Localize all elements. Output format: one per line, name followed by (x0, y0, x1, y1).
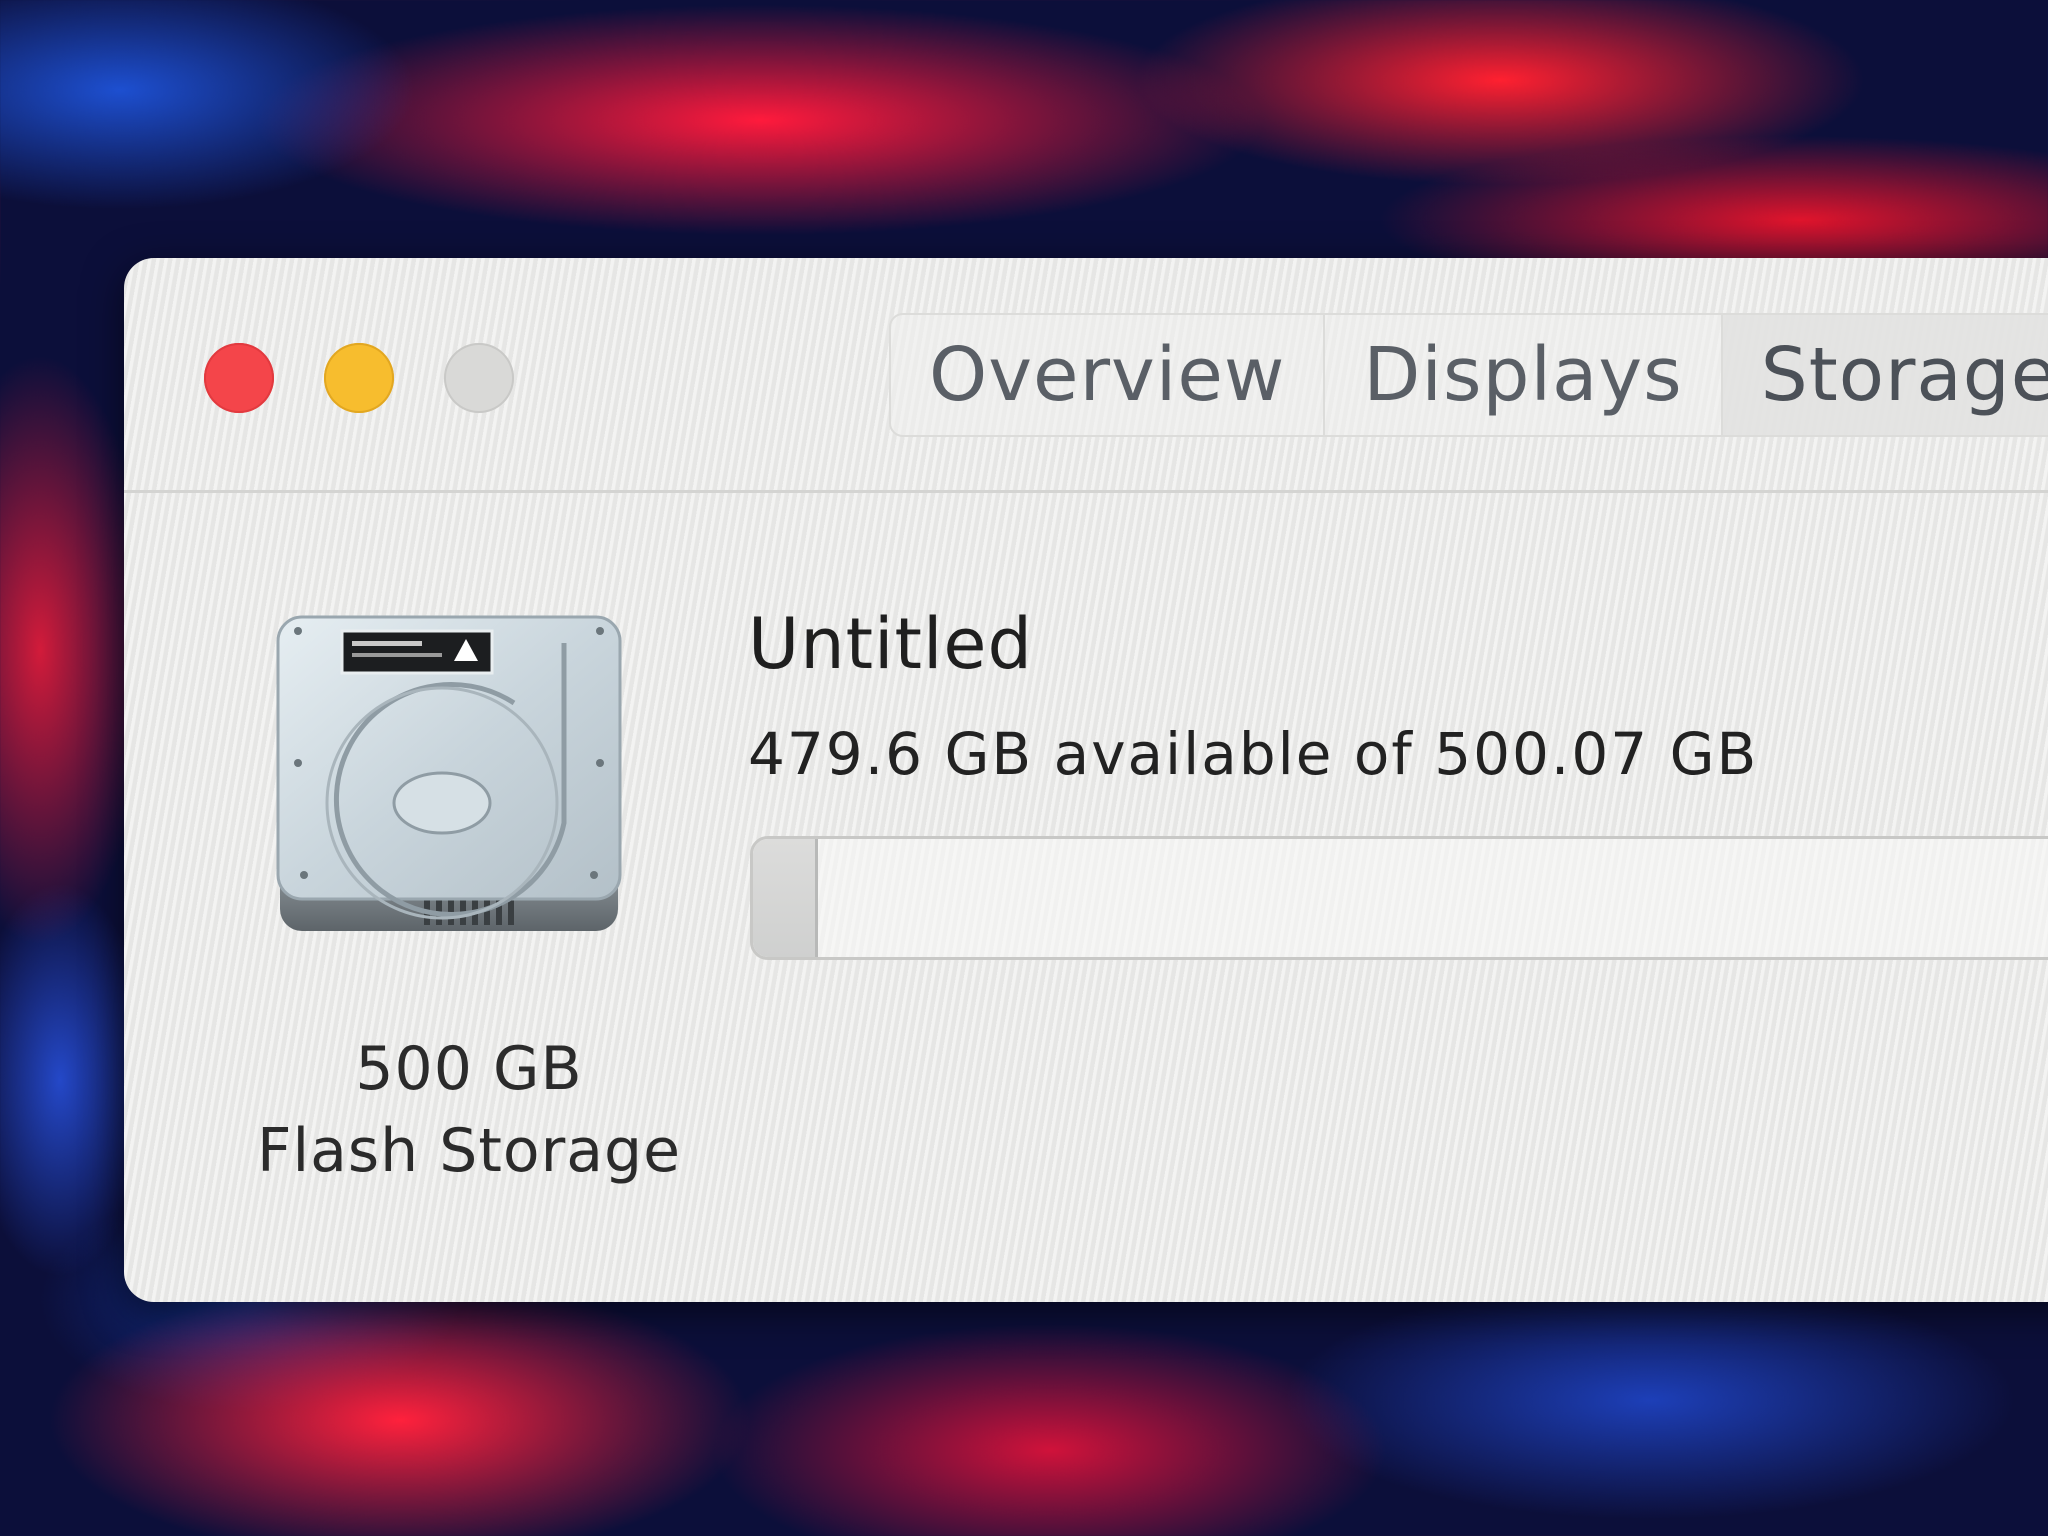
close-button[interactable] (204, 343, 274, 413)
storage-usage-bar (750, 836, 2048, 960)
tab-overview[interactable]: Overview (891, 315, 1326, 435)
title-bar: Overview Displays Storage (124, 258, 2048, 493)
hard-drive-icon (276, 615, 622, 931)
tab-storage[interactable]: Storage (1722, 315, 2048, 435)
storage-used-segment (753, 839, 818, 957)
drive-capacity-label: 500 GB (355, 1034, 583, 1104)
volume-name: Untitled (748, 603, 1033, 685)
drive-caption: 500 GB Flash Storage (184, 1028, 754, 1192)
volume-availability: 479.6 GB available of 500.07 GB (748, 720, 1759, 788)
about-this-mac-window: Overview Displays Storage 500 GB Flash S… (124, 258, 2048, 1302)
drive-type-label: Flash Storage (256, 1116, 682, 1186)
tab-displays[interactable]: Displays (1325, 315, 1723, 435)
zoom-button[interactable] (444, 343, 514, 413)
tab-bar: Overview Displays Storage (889, 313, 2048, 437)
minimize-button[interactable] (324, 343, 394, 413)
